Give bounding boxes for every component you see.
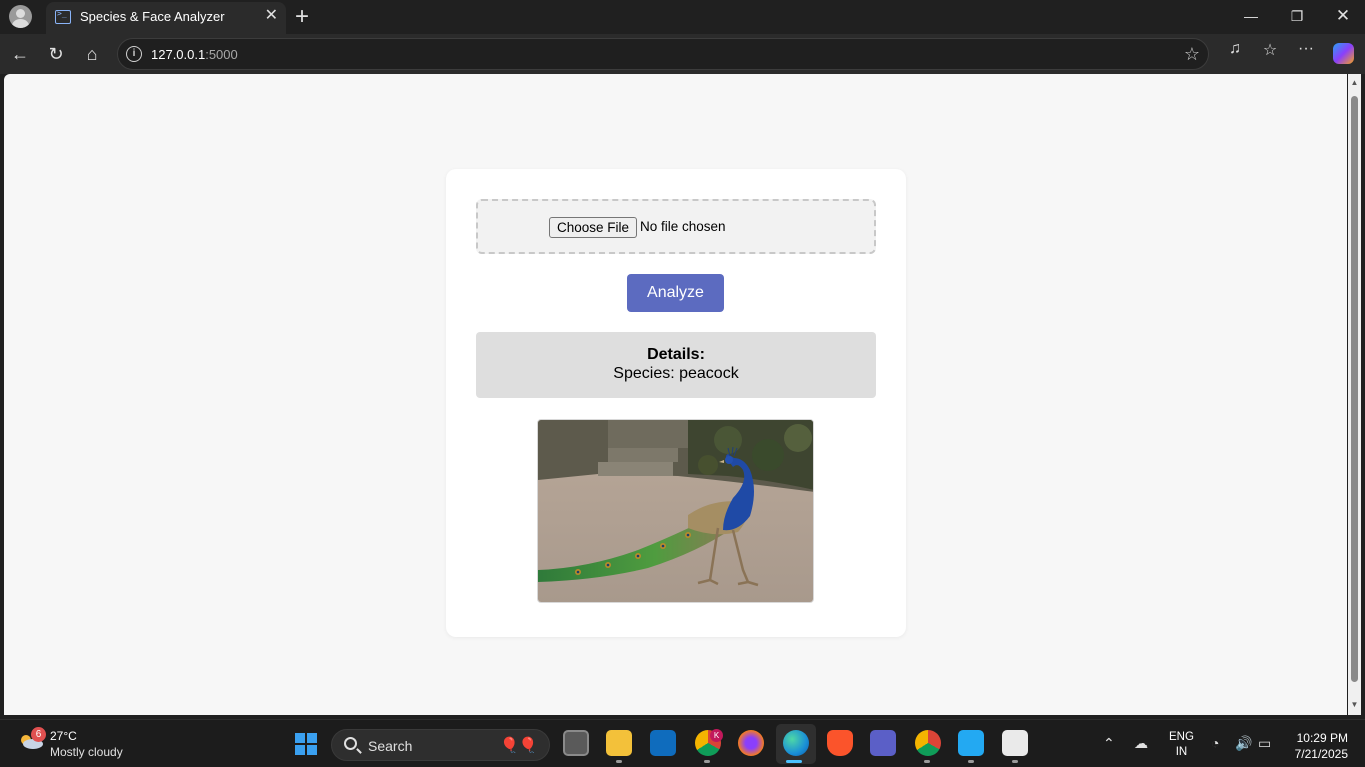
snipping-tool-icon[interactable] (1002, 730, 1028, 756)
running-indicator (1012, 760, 1018, 763)
brave-icon[interactable] (827, 730, 853, 756)
page-scrollbar[interactable]: ▲ ▼ (1348, 74, 1361, 715)
file-explorer-icon[interactable] (606, 730, 632, 756)
chrome-profile-badge: K (710, 729, 723, 742)
running-indicator (924, 760, 930, 763)
windows-start-icon[interactable] (295, 733, 317, 755)
close-window-button[interactable]: ✕ (1320, 0, 1365, 32)
details-label: Details: (647, 346, 705, 363)
search-placeholder: Search (368, 738, 413, 754)
onedrive-offline-icon[interactable]: ☁ (1134, 735, 1148, 752)
edge-icon[interactable] (783, 730, 809, 756)
chevron-up-icon[interactable]: ⌃ (1103, 735, 1115, 752)
tab-title: Species & Face Analyzer (80, 9, 225, 24)
choose-file-button[interactable]: Choose File (549, 217, 638, 238)
chrome-icon[interactable] (915, 730, 941, 756)
details-panel: Details: Species: peacock (476, 332, 876, 398)
firefox-icon[interactable] (738, 730, 764, 756)
balloons-icon: 🎈🎈 (500, 737, 538, 754)
back-button[interactable]: ← (6, 40, 34, 68)
running-indicator (704, 760, 710, 763)
restore-button[interactable]: ❐ (1274, 0, 1320, 32)
task-view-icon[interactable] (563, 730, 589, 756)
page-viewport: Choose File No file chosen Analyze Detai… (4, 74, 1347, 715)
wifi-icon[interactable]: ◔ (1211, 735, 1219, 751)
profile-avatar[interactable] (9, 5, 32, 28)
address-bar[interactable]: i 127.0.0.1:5000 ☆ (117, 38, 1209, 70)
outlook-icon[interactable] (650, 730, 676, 756)
weather-temperature[interactable]: 27°C (50, 729, 77, 743)
scroll-up-arrow-icon[interactable]: ▲ (1349, 78, 1360, 87)
close-tab-icon[interactable]: ✕ (265, 8, 278, 24)
navigation-bar: ← ↻ ⌂ i 127.0.0.1:5000 ☆ (0, 34, 1365, 74)
peacock-image (537, 419, 814, 603)
scroll-down-arrow-icon[interactable]: ▼ (1349, 700, 1360, 709)
running-indicator (968, 760, 974, 763)
home-button[interactable]: ⌂ (78, 40, 106, 68)
new-tab-button[interactable]: + (295, 3, 309, 31)
weather-condition[interactable]: Mostly cloudy (50, 745, 123, 759)
volume-icon[interactable]: 🔊 (1235, 735, 1252, 752)
search-icon (344, 737, 357, 750)
running-indicator (616, 760, 622, 763)
site-info-icon[interactable]: i (126, 46, 142, 62)
more-options-icon[interactable]: ··· (1293, 40, 1319, 58)
scrollbar-thumb[interactable] (1351, 96, 1358, 682)
music-icon[interactable]: ♫ (1222, 40, 1248, 58)
species-result: Species: peacock (613, 365, 739, 382)
refresh-button[interactable]: ↻ (42, 40, 70, 68)
language-indicator[interactable]: ENG IN (1169, 730, 1194, 760)
analyze-button[interactable]: Analyze (627, 274, 724, 312)
system-clock[interactable]: 10:29 PM 7/21/2025 (1288, 730, 1348, 762)
url-text: 127.0.0.1:5000 (151, 47, 238, 62)
weather-badge: 6 (31, 727, 46, 742)
vscode-icon[interactable] (958, 730, 984, 756)
analyzer-card: Choose File No file chosen Analyze Detai… (446, 169, 906, 637)
file-drop-zone[interactable]: Choose File No file chosen (476, 199, 876, 254)
battery-icon[interactable]: ▭ (1258, 735, 1271, 752)
browser-tab[interactable]: Species & Face Analyzer ✕ (46, 2, 286, 34)
active-indicator (786, 760, 802, 763)
teams-icon[interactable] (870, 730, 896, 756)
title-bar: Species & Face Analyzer ✕ + — ❐ ✕ (0, 0, 1365, 34)
file-status-text: No file chosen (640, 219, 726, 234)
favorite-star-icon[interactable]: ☆ (1184, 44, 1200, 65)
taskbar-search[interactable]: Search 🎈🎈 (331, 729, 550, 761)
copilot-icon[interactable] (1333, 43, 1354, 64)
taskbar: 6 27°C Mostly cloudy Search 🎈🎈 K ⌃ ☁ ENG… (0, 719, 1365, 767)
minimize-button[interactable]: — (1228, 0, 1274, 32)
terminal-icon (55, 9, 71, 24)
favorites-icon[interactable]: ☆ (1257, 40, 1283, 60)
